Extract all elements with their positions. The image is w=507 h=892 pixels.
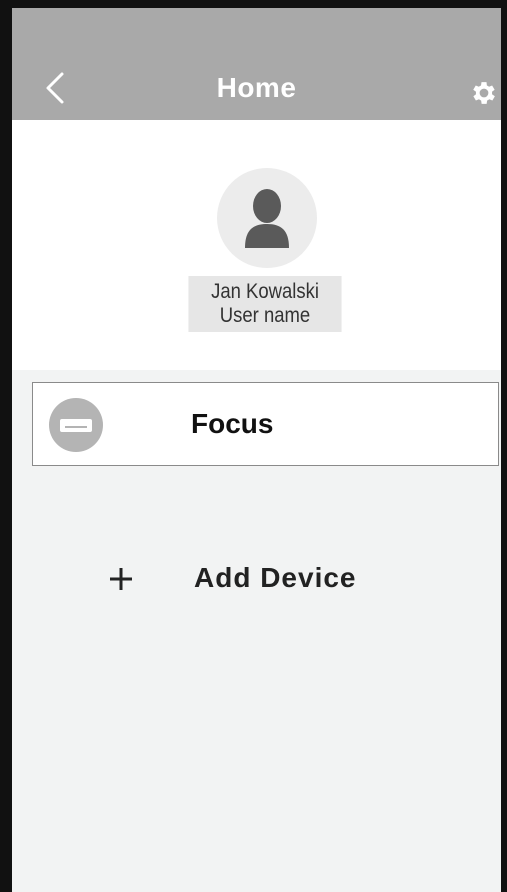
app-header: Home	[12, 8, 501, 120]
device-name: Focus	[191, 408, 274, 439]
air-conditioner-icon	[49, 398, 103, 452]
display-name: Jan Kowalski	[211, 280, 319, 303]
avatar[interactable]	[217, 168, 317, 268]
add-device-label: Add Device	[194, 562, 357, 593]
page-title: Home	[216, 72, 297, 103]
profile-section: Jan Kowalski User name	[12, 120, 501, 370]
user-avatar-icon	[245, 189, 289, 248]
add-device-button[interactable]: Add Device	[102, 556, 422, 600]
settings-button[interactable]	[469, 78, 499, 108]
user-name-box[interactable]: Jan Kowalski User name	[188, 276, 342, 332]
device-item[interactable]: Focus	[32, 382, 499, 466]
app-screen: Home Jan Kowalski User name Focus Add De…	[0, 0, 507, 892]
plus-icon	[110, 568, 132, 590]
gear-icon	[473, 82, 495, 104]
username-label: User name	[219, 304, 311, 327]
